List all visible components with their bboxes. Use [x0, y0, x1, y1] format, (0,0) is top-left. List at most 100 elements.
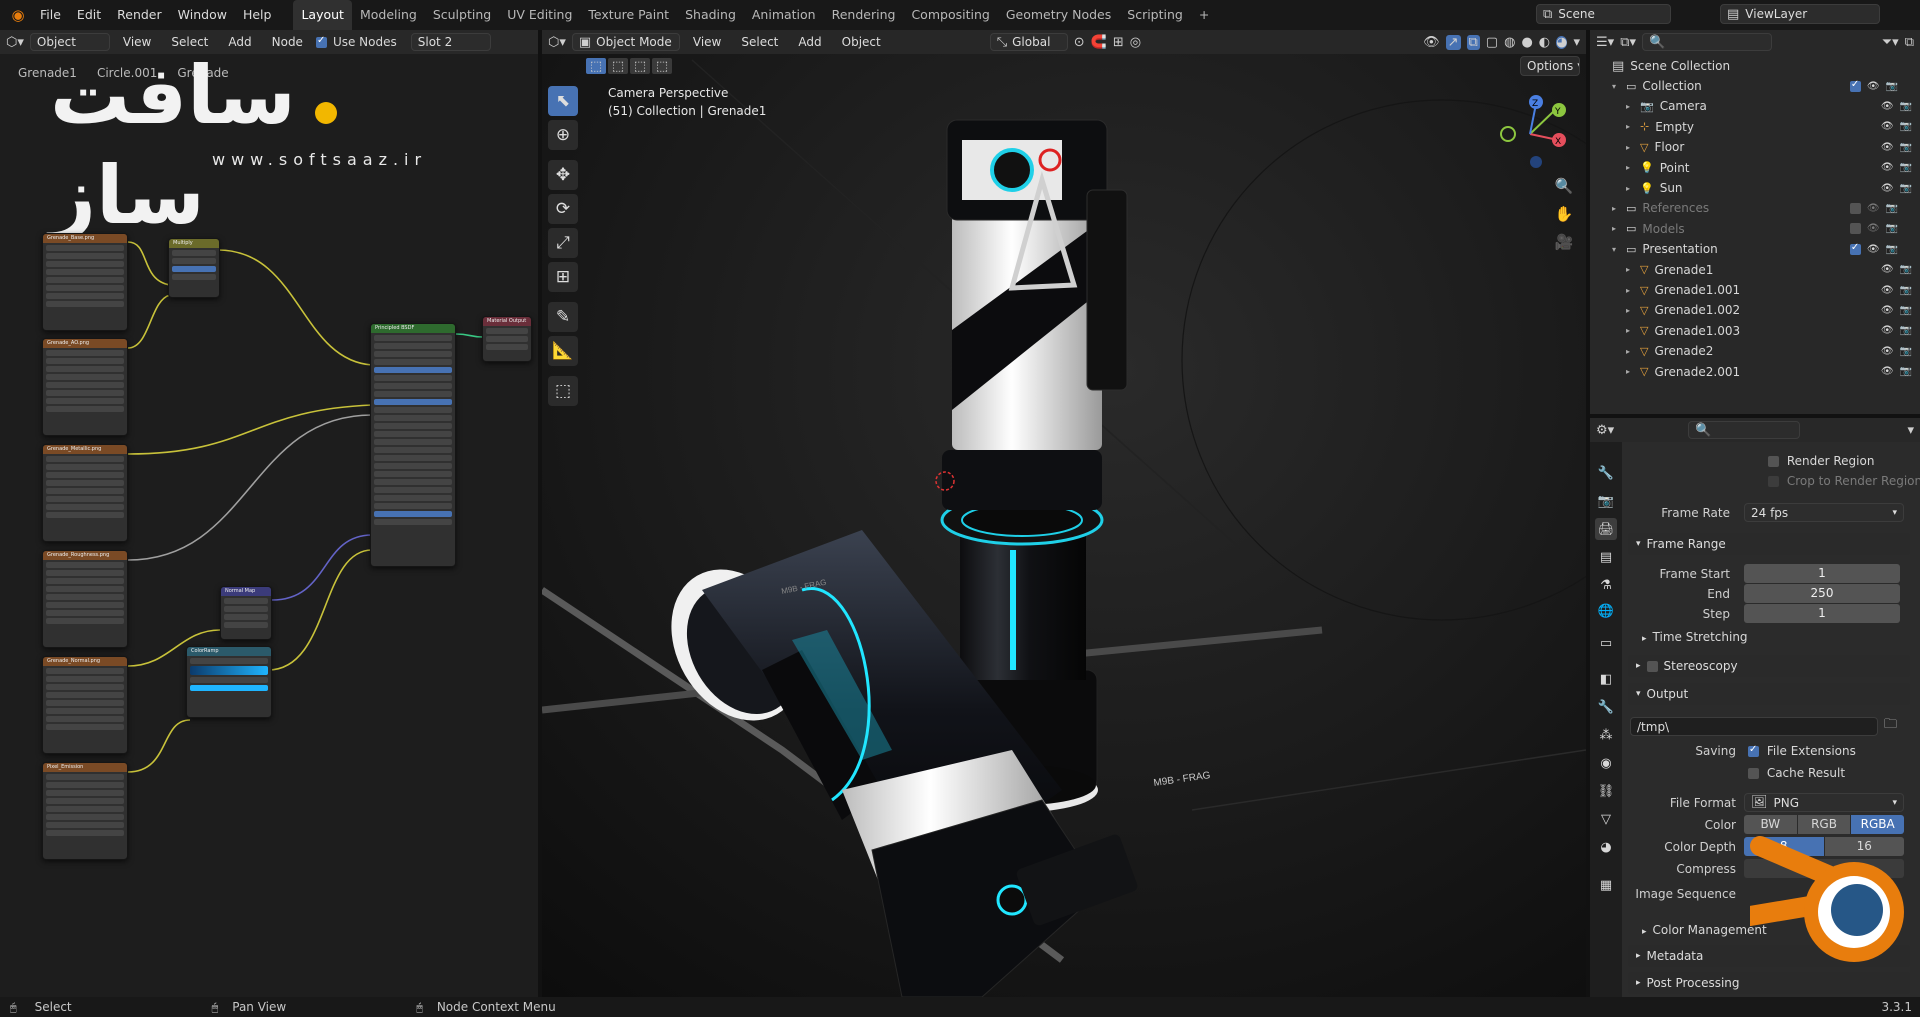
camera-view-icon[interactable]: 🎥 — [1552, 230, 1576, 254]
node-texture-normal[interactable]: Grenade_Normal.png — [42, 656, 128, 754]
expand-chevron-icon[interactable]: ▸ — [1626, 143, 1640, 152]
expand-chevron-icon[interactable]: ▸ — [1626, 265, 1640, 274]
zoom-icon[interactable]: 🔍 — [1552, 174, 1576, 198]
eye-icon[interactable]: 👁 — [1867, 81, 1880, 92]
menu-edit[interactable]: Edit — [69, 0, 109, 30]
tab-rendering[interactable]: Rendering — [824, 0, 904, 30]
data-tab-icon[interactable]: ▽ — [1595, 808, 1617, 830]
expand-chevron-icon[interactable]: ▸ — [1626, 163, 1640, 172]
editor-type-icon[interactable]: ⬡▾ — [548, 36, 566, 49]
menu-render[interactable]: Render — [109, 0, 170, 30]
shading-material-icon[interactable]: ◐ — [1539, 36, 1550, 49]
expand-chevron-icon[interactable]: ▸ — [1626, 184, 1640, 193]
expand-chevron-icon[interactable]: ▸ — [1626, 367, 1640, 376]
eye-icon[interactable]: 👁 — [1881, 346, 1894, 357]
editor-type-icon[interactable]: ⚙▾ — [1596, 424, 1614, 437]
proportional-edit-icon[interactable]: ◎ — [1130, 36, 1141, 49]
render-camera-icon[interactable]: 📷 — [1900, 325, 1912, 336]
tab-sculpting[interactable]: Sculpting — [425, 0, 499, 30]
properties-search-input[interactable]: 🔍 — [1688, 421, 1801, 439]
time-stretching-subpanel[interactable]: ▸ Time Stretching — [1642, 630, 1748, 644]
stereoscopy-checkbox[interactable] — [1646, 660, 1658, 672]
eye-icon[interactable]: 👁 — [1881, 162, 1894, 173]
outliner-row[interactable]: ▸ ▭ Models 👁 📷 — [1612, 219, 1898, 239]
visibility-icon[interactable]: 👁 — [1423, 36, 1440, 49]
scene-tab-icon[interactable]: ⚗ — [1595, 574, 1617, 596]
output-path-input[interactable]: /tmp\ — [1630, 717, 1878, 736]
tool-move[interactable]: ✥ — [548, 160, 578, 190]
outliner-row[interactable]: ▸ ▽ Grenade2.001 👁 📷 — [1626, 362, 1912, 382]
expand-chevron-icon[interactable]: ▸ — [1626, 347, 1640, 356]
eye-icon[interactable]: 👁 — [1881, 305, 1894, 316]
3d-viewport[interactable]: M9B - FRAG M9B - FRAG ⬡▾ ▣ Object Mode V… — [542, 30, 1586, 997]
tab-geometry-nodes[interactable]: Geometry Nodes — [998, 0, 1119, 30]
tool-select-box[interactable]: ⬉ — [548, 86, 578, 116]
outliner-row[interactable]: ▸ 💡 Point 👁 📷 — [1626, 158, 1912, 178]
node-editor[interactable]: ⬡▾ Object View Select Add Node Use Nodes… — [0, 30, 538, 997]
expand-chevron-icon[interactable]: ▸ — [1626, 306, 1640, 315]
render-camera-icon[interactable]: 📷 — [1900, 346, 1912, 357]
outliner-row[interactable]: ▸ ⊹ Empty 👁 📷 — [1626, 117, 1912, 137]
color-management-subpanel[interactable]: ▸ Color Management — [1642, 923, 1767, 937]
viewport-menu-select[interactable]: Select — [734, 35, 785, 49]
select-subtract-icon[interactable]: ⬚ — [630, 58, 650, 74]
expand-chevron-icon[interactable]: ▸ — [1612, 224, 1626, 233]
tab-uv-editing[interactable]: UV Editing — [499, 0, 580, 30]
new-collection-icon[interactable]: ⧉ — [1905, 36, 1914, 49]
tool-rotate[interactable]: ⟳ — [548, 194, 578, 224]
modifier-tab-icon[interactable]: 🔧 — [1595, 696, 1617, 718]
frame-start-field[interactable]: 1 — [1744, 564, 1900, 583]
exclude-checkbox[interactable] — [1849, 242, 1861, 255]
xray-icon[interactable]: ▢ — [1486, 36, 1498, 49]
eye-icon[interactable]: 👁 — [1867, 223, 1880, 234]
render-camera-icon[interactable]: 📷 — [1900, 142, 1912, 153]
node-material-output[interactable]: Material Output — [482, 316, 532, 362]
render-camera-icon[interactable]: 📷 — [1900, 101, 1912, 112]
blender-logo-icon[interactable]: ◉ — [4, 7, 32, 23]
tab-compositing[interactable]: Compositing — [903, 0, 997, 30]
render-camera-icon[interactable]: 📷 — [1900, 366, 1912, 377]
render-tab-icon[interactable]: 📷 — [1595, 490, 1617, 512]
properties-editor[interactable]: ⚙▾ 🔍 ▾ 🔧 📷 🖨 ▤ ⚗ 🌐 ▭ ◧ 🔧 ⁂ ◉ ⛓ ▽ ◕ ▦ Ren… — [1590, 418, 1920, 997]
outliner-row[interactable]: ▸ ▽ Grenade1 👁 📷 — [1626, 260, 1912, 280]
physics-tab-icon[interactable]: ◉ — [1595, 752, 1617, 774]
view-layer-selector[interactable]: ▤ ViewLayer — [1720, 4, 1880, 24]
frame-range-panel[interactable]: ▾ Frame Range — [1628, 533, 1910, 555]
tab-animation[interactable]: Animation — [744, 0, 824, 30]
eye-icon[interactable]: 👁 — [1881, 101, 1894, 112]
object-tab-icon[interactable]: ◧ — [1595, 668, 1617, 690]
menu-file[interactable]: File — [32, 0, 69, 30]
eye-icon[interactable]: 👁 — [1881, 325, 1894, 336]
tool-cursor[interactable]: ⊕ — [548, 120, 578, 150]
filter-icon[interactable]: ⏷▾ — [1882, 36, 1899, 49]
world-tab-icon[interactable]: 🌐 — [1595, 600, 1617, 622]
collection-tab-icon[interactable]: ▭ — [1595, 632, 1617, 654]
render-camera-icon[interactable]: 📷 — [1900, 264, 1912, 275]
node-texture-ao[interactable]: Grenade_AO.png — [42, 338, 128, 436]
tool-tab-icon[interactable]: 🔧 — [1595, 462, 1617, 484]
select-intersect-icon[interactable]: ⬚ — [652, 58, 672, 74]
menu-help[interactable]: Help — [235, 0, 280, 30]
tool-measure[interactable]: 📐 — [548, 336, 578, 366]
snap-grid-icon[interactable]: ⊞ — [1113, 36, 1124, 49]
exclude-checkbox[interactable] — [1849, 79, 1861, 92]
view-layer-tab-icon[interactable]: ▤ — [1595, 546, 1617, 568]
snap-icon[interactable]: 🧲 — [1091, 36, 1107, 49]
expand-chevron-icon[interactable]: ▸ — [1626, 122, 1640, 131]
file-format-dropdown[interactable]: 🖼 PNG ▾ — [1744, 793, 1904, 812]
tab-texture-paint[interactable]: Texture Paint — [580, 0, 677, 30]
expand-chevron-icon[interactable]: ▾ — [1612, 245, 1626, 254]
crop-region-checkbox[interactable] — [1768, 476, 1779, 487]
navigation-gizmo[interactable]: Z Y X — [1490, 86, 1580, 176]
pan-hand-icon[interactable]: ✋ — [1552, 202, 1576, 226]
render-camera-icon[interactable]: 📷 — [1900, 305, 1912, 316]
eye-icon[interactable]: 👁 — [1867, 203, 1880, 214]
frame-rate-dropdown[interactable]: 24 fps ▾ — [1744, 503, 1904, 522]
eye-icon[interactable]: 👁 — [1867, 244, 1880, 255]
properties-options-icon[interactable]: ▾ — [1907, 424, 1914, 437]
outliner-row[interactable]: ▸ 💡 Sun 👁 📷 — [1626, 178, 1912, 198]
transform-orientation-dropdown[interactable]: ⤡ Global — [989, 33, 1068, 51]
outliner-search-input[interactable]: 🔍 — [1642, 33, 1772, 51]
node-normal-map[interactable]: Normal Map — [220, 586, 272, 640]
shading-options-icon[interactable]: ▾ — [1573, 36, 1580, 49]
